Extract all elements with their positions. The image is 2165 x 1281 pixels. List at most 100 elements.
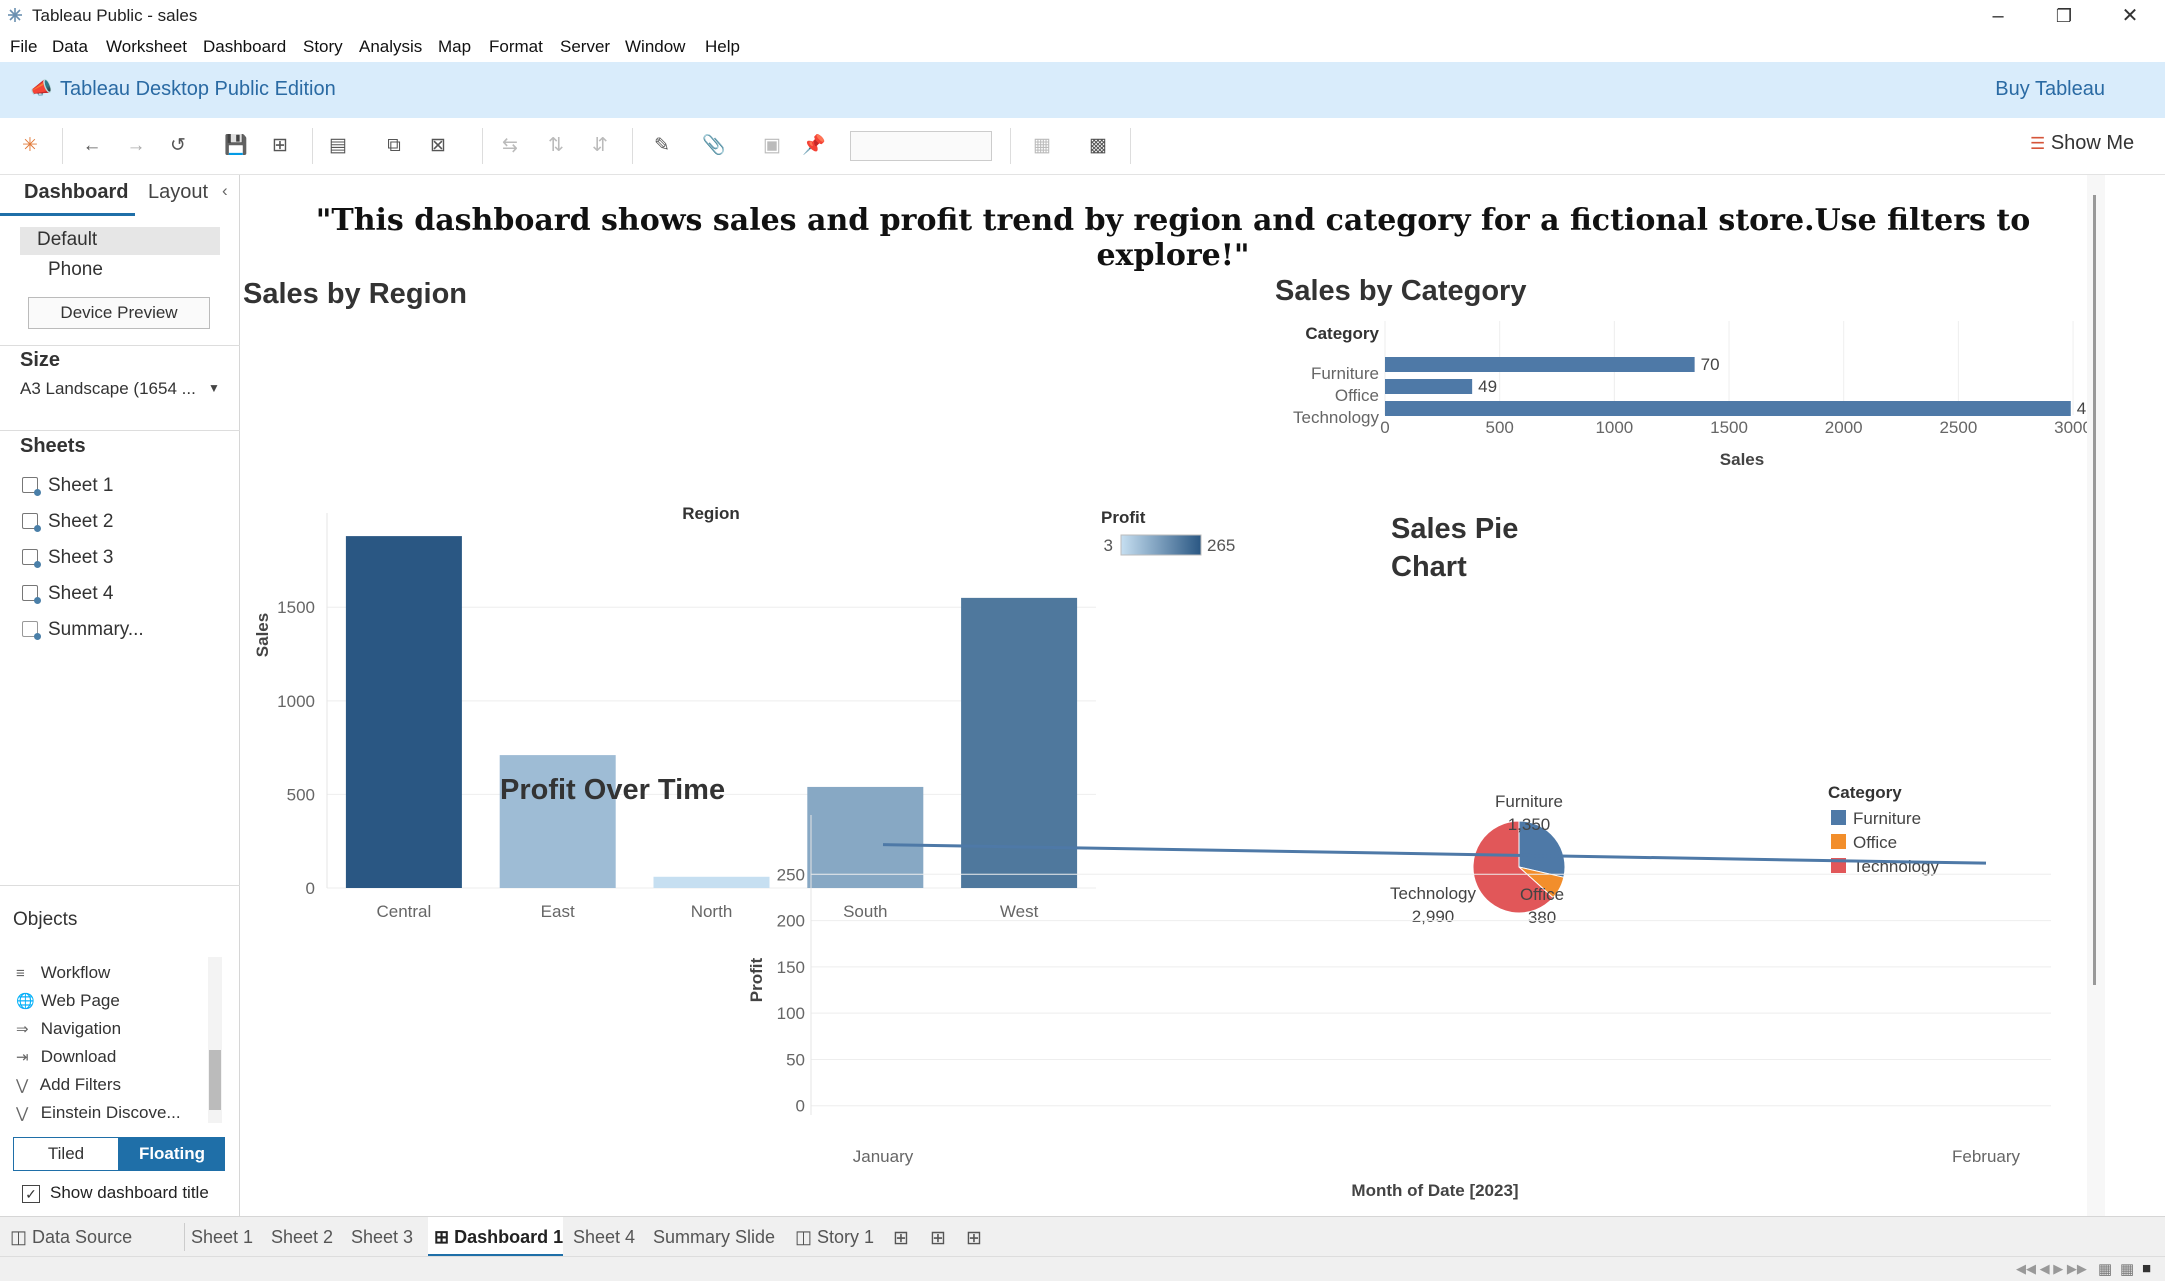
worksheet-icon [22, 585, 41, 604]
duplicate-sheet-icon[interactable]: ⧉ [382, 134, 406, 158]
x-tick-label: 2000 [1825, 418, 1863, 437]
object-einstein-discovery[interactable]: ⋁ Einstein Discove... [16, 1103, 181, 1123]
close-icon[interactable]: ✕ [2099, 0, 2161, 32]
dashboard-scrollbar-thumb[interactable] [2093, 195, 2096, 985]
menu-help[interactable]: Help [705, 37, 740, 57]
dashboard-scrollbar[interactable] [2087, 175, 2105, 1216]
dashboard-icon: ⊞ [434, 1227, 450, 1247]
sheet-list-item[interactable]: Sheet 3 [22, 547, 114, 569]
tiled-toggle[interactable]: Tiled [13, 1137, 119, 1171]
window-titlebar: Tableau Public - sales – ❐ ✕ [0, 0, 2165, 32]
device-preview-button[interactable]: Device Preview [28, 297, 210, 329]
tab-layout[interactable]: Layout [148, 181, 208, 204]
show-tabs-icon[interactable]: ■ [2142, 1260, 2151, 1277]
object-navigation[interactable]: ⇒ Navigation [16, 1019, 121, 1039]
sheet-tab-bar: ◫ Data Source Sheet 1 Sheet 2 Sheet 3 ⊞ … [0, 1216, 2165, 1257]
show-filmstrip-icon[interactable]: ▦ [2098, 1260, 2112, 1278]
tableau-logo-icon [8, 8, 22, 22]
undo-icon[interactable]: ← [80, 134, 104, 158]
new-dashboard-tab-icon[interactable]: ⊞ [930, 1227, 946, 1250]
tab-sheet-4[interactable]: Sheet 4 [573, 1227, 635, 1248]
swap-rows-columns-icon[interactable]: ⇆ [498, 134, 522, 158]
fit-dropdown[interactable] [850, 131, 992, 161]
tab-sheet-1[interactable]: Sheet 1 [191, 1227, 253, 1248]
story-icon: ◫ [795, 1227, 813, 1247]
sort-ascending-icon[interactable]: ⇅ [544, 134, 568, 158]
sheet-list-item[interactable]: Sheet 1 [22, 475, 114, 497]
y-tick-label: 50 [786, 1050, 805, 1069]
tab-data-source[interactable]: ◫ Data Source [10, 1227, 132, 1248]
show-title-checkbox[interactable]: ✓ [22, 1185, 40, 1203]
save-icon[interactable]: 💾 [224, 134, 248, 158]
menu-story[interactable]: Story [303, 37, 343, 57]
device-default[interactable]: Default [37, 229, 97, 251]
fix-axes-icon[interactable]: 📌 [802, 134, 826, 158]
buy-tableau-link[interactable]: Buy Tableau [1995, 78, 2105, 101]
menu-data[interactable]: Data [52, 37, 88, 57]
x-tick-label: Central [376, 902, 431, 921]
menu-server[interactable]: Server [560, 37, 610, 57]
restore-icon[interactable]: ❐ [2033, 0, 2095, 32]
divider [0, 345, 240, 346]
collapse-pane-icon[interactable]: ‹ [222, 181, 228, 201]
show-mark-labels-icon[interactable]: ▣ [760, 134, 784, 158]
new-datasource-icon[interactable]: ⊞ [268, 134, 292, 158]
object-add-filters[interactable]: ⋁ Add Filters [16, 1075, 121, 1095]
replay-icon[interactable]: ↺ [166, 134, 190, 158]
show-sheet-sorter-icon[interactable]: ▦ [2120, 1260, 2134, 1278]
category-row-header: Category [1305, 324, 1379, 343]
object-web-page[interactable]: 🌐 Web Page [16, 991, 120, 1011]
new-worksheet-icon[interactable]: ▤ [326, 134, 350, 158]
menu-worksheet[interactable]: Worksheet [106, 37, 187, 57]
object-workflow[interactable]: ≡ Workflow [16, 963, 110, 983]
dashboard-canvas: "This dashboard shows sales and profit t… [241, 175, 2105, 1216]
sheet-list-item[interactable]: Sheet 2 [22, 511, 114, 533]
highlight-icon[interactable]: ✎ [650, 134, 674, 158]
sort-descending-icon[interactable]: ⇵ [588, 134, 612, 158]
menu-file[interactable]: File [10, 37, 37, 57]
download-icon: ⇥ [16, 1049, 29, 1066]
device-phone[interactable]: Phone [48, 259, 103, 281]
new-worksheet-tab-icon[interactable]: ⊞ [893, 1227, 909, 1250]
tab-navigation-icon[interactable]: ◀◀ ◀ ▶ ▶▶ [2016, 1261, 2087, 1277]
new-story-tab-icon[interactable]: ⊞ [966, 1227, 982, 1250]
show-cards-icon[interactable]: ▦ [1030, 134, 1054, 158]
menu-map[interactable]: Map [438, 37, 471, 57]
tab-sheet-2[interactable]: Sheet 2 [271, 1227, 333, 1248]
tab-dashboard-1[interactable]: ⊞ Dashboard 1 [434, 1227, 563, 1248]
pie-label-furniture: Furniture [1495, 792, 1563, 811]
tab-story-1[interactable]: ◫ Story 1 [795, 1227, 874, 1248]
menu-format[interactable]: Format [489, 37, 543, 57]
profit-line-chart[interactable]: 0 50 100 150 200 250 January February Profit M… [481, 815, 2061, 1215]
floating-toggle[interactable]: Floating [119, 1137, 225, 1171]
bar-technology [1385, 401, 2071, 416]
tab-dashboard[interactable]: Dashboard [24, 181, 128, 204]
presentation-mode-icon[interactable]: ▩ [1086, 134, 1110, 158]
category-bar-chart[interactable]: Category Furniture70Office49Technology42… [1241, 315, 2101, 475]
objects-scrollbar-thumb[interactable] [209, 1050, 221, 1110]
bar-office [1385, 379, 1473, 394]
objects-heading: Objects [13, 909, 78, 930]
tab-summary-slide[interactable]: Summary Slide [653, 1227, 775, 1248]
size-dropdown[interactable]: A3 Landscape (1654 ... [20, 379, 196, 399]
x-tick-label: 500 [1485, 418, 1513, 437]
tab-sheet-3[interactable]: Sheet 3 [351, 1227, 413, 1248]
object-download[interactable]: ⇥ Download [16, 1047, 116, 1067]
chevron-down-icon[interactable]: ▼ [208, 381, 220, 395]
show-me-button[interactable]: ☰ Show Me [2030, 132, 2134, 155]
x-tick-label: January [853, 1147, 914, 1166]
menu-dashboard[interactable]: Dashboard [203, 37, 286, 57]
clear-sheet-icon[interactable]: ⊠ [426, 134, 450, 158]
redo-icon[interactable]: → [124, 134, 148, 158]
menu-analysis[interactable]: Analysis [359, 37, 422, 57]
group-members-icon[interactable]: 📎 [702, 134, 726, 158]
tableau-home-icon[interactable]: ✳ [18, 134, 42, 158]
profit-legend-min: 3 [1104, 536, 1113, 555]
toolbar-separator [632, 128, 633, 164]
minimize-icon[interactable]: – [1967, 0, 2029, 32]
y-tick-label: Furniture [1311, 364, 1379, 383]
menu-window[interactable]: Window [625, 37, 685, 57]
toolbar-separator [62, 128, 63, 164]
sheet-list-item[interactable]: Summary... [22, 619, 144, 641]
sheet-list-item[interactable]: Sheet 4 [22, 583, 114, 605]
